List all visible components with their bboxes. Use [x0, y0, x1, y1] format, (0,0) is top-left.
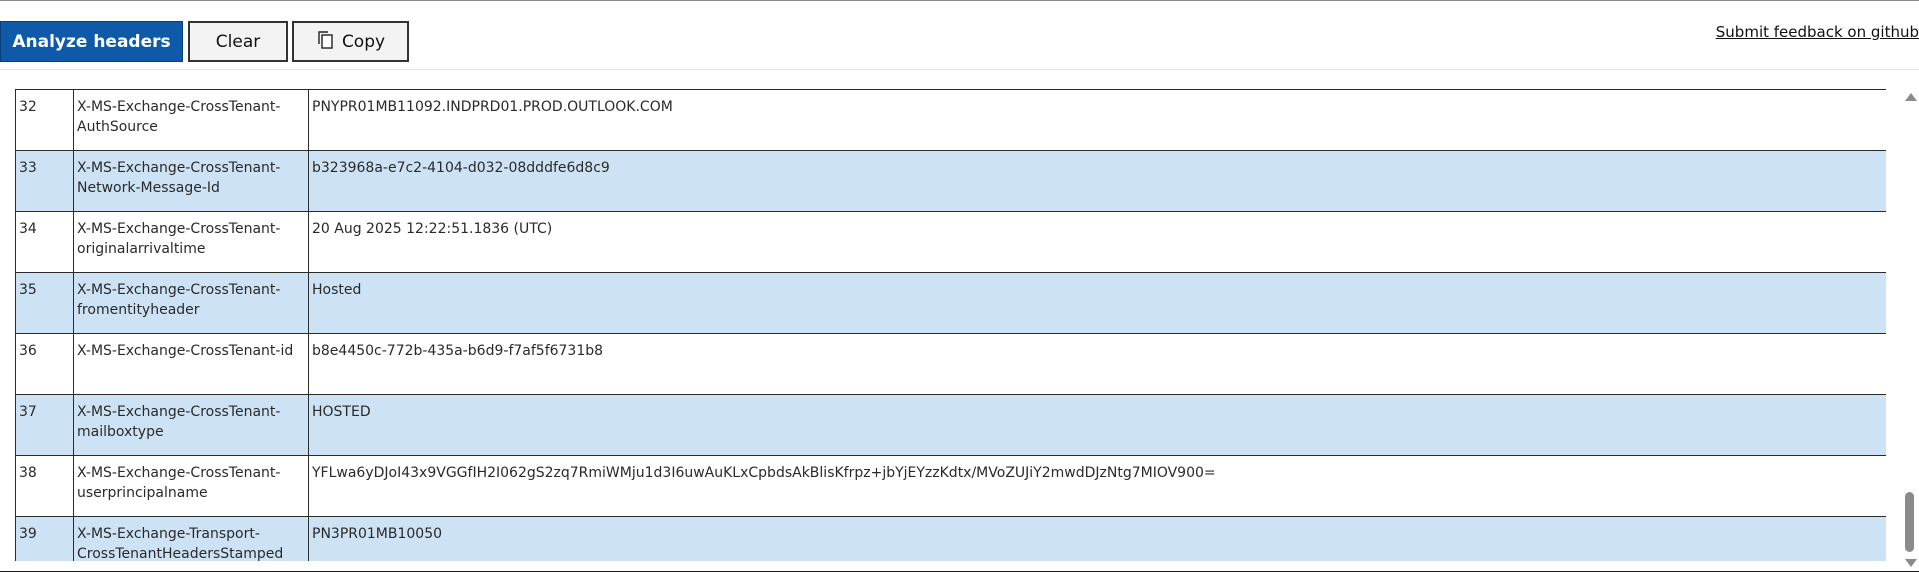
table-row: 38 X-MS-Exchange-CrossTenant-userprincip…: [15, 455, 1886, 517]
header-value: 20 Aug 2025 12:22:51.1836 (UTC): [308, 211, 1886, 273]
vertical-scrollbar[interactable]: [1900, 89, 1919, 572]
scrollbar-thumb[interactable]: [1905, 492, 1914, 552]
copy-button[interactable]: Copy: [292, 21, 409, 62]
header-value: PNYPR01MB11092.INDPRD01.PROD.OUTLOOK.COM: [308, 89, 1886, 151]
row-number: 37: [15, 394, 74, 456]
table-row: 37 X-MS-Exchange-CrossTenant-mailboxtype…: [15, 394, 1886, 456]
row-number: 35: [15, 272, 74, 334]
header-name: X-MS-Exchange-CrossTenant-AuthSource: [73, 89, 309, 151]
row-number: 38: [15, 455, 74, 517]
toolbar: Analyze headers Clear Copy Submit feedba…: [0, 1, 1919, 70]
table-row: 35 X-MS-Exchange-CrossTenant-fromentityh…: [15, 272, 1886, 334]
header-name: X-MS-Exchange-CrossTenant-Network-Messag…: [73, 150, 309, 212]
header-value: YFLwa6yDJoI43x9VGGfIH2I062gS2zq7RmiWMju1…: [308, 455, 1886, 517]
page: Analyze headers Clear Copy Submit feedba…: [0, 0, 1919, 572]
row-number: 32: [15, 89, 74, 151]
scroll-up-arrow-icon[interactable]: [1905, 93, 1917, 101]
header-name: X-MS-Exchange-CrossTenant-fromentityhead…: [73, 272, 309, 334]
header-name: X-MS-Exchange-Transport-CrossTenantHeade…: [73, 516, 309, 561]
table-row: 34 X-MS-Exchange-CrossTenant-originalarr…: [15, 211, 1886, 273]
copy-icon: [316, 30, 336, 50]
table-row: 32 X-MS-Exchange-CrossTenant-AuthSource …: [15, 89, 1886, 151]
row-number: 39: [15, 516, 74, 561]
header-name: X-MS-Exchange-CrossTenant-originalarriva…: [73, 211, 309, 273]
table-row: 39 X-MS-Exchange-Transport-CrossTenantHe…: [15, 516, 1886, 561]
headers-table: 32 X-MS-Exchange-CrossTenant-AuthSource …: [15, 89, 1886, 561]
headers-table-container: 32 X-MS-Exchange-CrossTenant-AuthSource …: [15, 89, 1886, 561]
header-name: X-MS-Exchange-CrossTenant-mailboxtype: [73, 394, 309, 456]
header-value: PN3PR01MB10050: [308, 516, 1886, 561]
scroll-down-arrow-icon[interactable]: [1905, 559, 1917, 567]
analyze-headers-button[interactable]: Analyze headers: [0, 21, 183, 62]
row-number: 34: [15, 211, 74, 273]
clear-button[interactable]: Clear: [188, 21, 288, 62]
table-row: 36 X-MS-Exchange-CrossTenant-id b8e4450c…: [15, 333, 1886, 395]
table-row: 33 X-MS-Exchange-CrossTenant-Network-Mes…: [15, 150, 1886, 212]
header-value: b323968a-e7c2-4104-d032-08dddfe6d8c9: [308, 150, 1886, 212]
submit-feedback-link[interactable]: Submit feedback on github: [1716, 23, 1919, 41]
header-value: b8e4450c-772b-435a-b6d9-f7af5f6731b8: [308, 333, 1886, 395]
header-name: X-MS-Exchange-CrossTenant-userprincipaln…: [73, 455, 309, 517]
header-name: X-MS-Exchange-CrossTenant-id: [73, 333, 309, 395]
row-number: 33: [15, 150, 74, 212]
header-value: HOSTED: [308, 394, 1886, 456]
header-value: Hosted: [308, 272, 1886, 334]
row-number: 36: [15, 333, 74, 395]
copy-button-label: Copy: [341, 31, 386, 52]
